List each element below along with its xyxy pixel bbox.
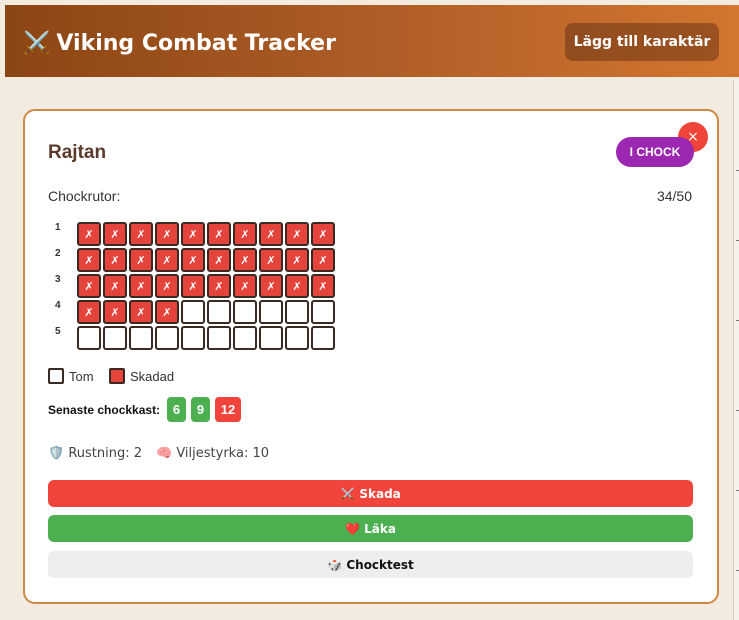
recent-rolls-label: Senaste chockkast: [48, 403, 161, 417]
willpower-text: Viljestyrka: 10 [176, 446, 269, 461]
brain-icon: 🧠 [156, 446, 173, 461]
shock-box-damaged[interactable]: ✗ [77, 300, 101, 324]
shock-box-damaged[interactable]: ✗ [181, 222, 205, 246]
row-number: 2 [55, 248, 61, 259]
empty-box-icon [48, 368, 64, 384]
legend-damaged-label: Skadad [130, 368, 175, 384]
app-title-text: Viking Combat Tracker [56, 31, 336, 56]
armor-text: Rustning: 2 [68, 446, 143, 461]
shock-box-damaged[interactable]: ✗ [103, 274, 127, 298]
heal-button[interactable]: ❤️ Läka [48, 515, 693, 542]
willpower-stat: 🧠 Viljestyrka: 10 [156, 446, 269, 461]
shock-box-damaged[interactable]: ✗ [155, 300, 179, 324]
character-card: × Rajtan I CHOCK Chockrutor: 34/50 1 ✗ ✗ ✗ ✗… [23, 109, 719, 604]
status-badge: I CHOCK [616, 137, 694, 167]
shock-boxes-label: Chockrutor: [48, 188, 121, 204]
roll-badge: 9 [191, 397, 210, 422]
shock-box-empty[interactable] [207, 326, 231, 350]
damaged-box-icon [109, 368, 125, 384]
shock-box-empty[interactable] [155, 326, 179, 350]
legend-empty: Tom [48, 368, 94, 384]
shock-box-damaged[interactable]: ✗ [285, 274, 309, 298]
row-number: 4 [55, 300, 61, 311]
roll-badge: 12 [215, 397, 241, 422]
shock-box-empty[interactable] [207, 300, 231, 324]
character-name: Rajtan [48, 142, 107, 163]
damage-button[interactable]: ⚔️ Skada [48, 480, 693, 507]
shock-box-empty[interactable] [259, 300, 283, 324]
roll-badge: 6 [167, 397, 186, 422]
shock-box-damaged[interactable]: ✗ [311, 222, 335, 246]
shock-box-empty[interactable] [233, 326, 257, 350]
shock-box-empty[interactable] [77, 326, 101, 350]
shock-box-damaged[interactable]: ✗ [311, 248, 335, 272]
shock-box-damaged[interactable]: ✗ [103, 248, 127, 272]
shock-box-damaged[interactable]: ✗ [129, 248, 153, 272]
shock-count: 34/50 [656, 188, 692, 204]
shock-box-damaged[interactable]: ✗ [155, 222, 179, 246]
add-character-button[interactable]: Lägg till karaktär [565, 23, 719, 61]
shock-box-damaged[interactable]: ✗ [259, 274, 283, 298]
shield-icon: 🛡️ [48, 446, 65, 461]
shock-box-damaged[interactable]: ✗ [77, 222, 101, 246]
shock-box-damaged[interactable]: ✗ [155, 248, 179, 272]
shock-box-damaged[interactable]: ✗ [233, 222, 257, 246]
shock-box-damaged[interactable]: ✗ [207, 274, 231, 298]
armor-stat: 🛡️ Rustning: 2 [48, 446, 142, 461]
app-title: ⚔️ Viking Combat Tracker [23, 31, 336, 56]
shock-box-empty[interactable] [259, 326, 283, 350]
shock-box-damaged[interactable]: ✗ [129, 300, 153, 324]
shock-box-damaged[interactable]: ✗ [77, 274, 101, 298]
shock-box-damaged[interactable]: ✗ [103, 300, 127, 324]
shock-box-damaged[interactable]: ✗ [259, 222, 283, 246]
shock-box-empty[interactable] [311, 300, 335, 324]
shock-box-damaged[interactable]: ✗ [285, 222, 309, 246]
side-scroll-strip [733, 80, 739, 620]
shock-box-damaged[interactable]: ✗ [233, 274, 257, 298]
shock-test-button[interactable]: 🎲 Chocktest [48, 551, 693, 578]
shock-box-empty[interactable] [181, 300, 205, 324]
shock-box-damaged[interactable]: ✗ [103, 222, 127, 246]
row-number: 5 [55, 326, 61, 337]
shock-box-empty[interactable] [181, 326, 205, 350]
shock-box-empty[interactable] [103, 326, 127, 350]
row-number: 3 [55, 274, 61, 285]
shock-box-empty[interactable] [129, 326, 153, 350]
shock-box-damaged[interactable]: ✗ [207, 248, 231, 272]
legend-empty-label: Tom [69, 368, 94, 384]
crossed-swords-icon: ⚔️ [23, 31, 51, 56]
shock-box-empty[interactable] [285, 300, 309, 324]
shock-box-damaged[interactable]: ✗ [259, 248, 283, 272]
shock-box-empty[interactable] [285, 326, 309, 350]
shock-box-damaged[interactable]: ✗ [77, 248, 101, 272]
row-number: 1 [55, 222, 61, 233]
shock-box-damaged[interactable]: ✗ [207, 222, 231, 246]
shock-box-damaged[interactable]: ✗ [129, 222, 153, 246]
shock-box-empty[interactable] [233, 300, 257, 324]
shock-box-damaged[interactable]: ✗ [181, 274, 205, 298]
legend-damaged: Skadad [109, 368, 174, 384]
shock-box-empty[interactable] [311, 326, 335, 350]
shock-box-damaged[interactable]: ✗ [285, 248, 309, 272]
shock-box-damaged[interactable]: ✗ [181, 248, 205, 272]
shock-box-damaged[interactable]: ✗ [311, 274, 335, 298]
app-header: ⚔️ Viking Combat Tracker Lägg till karakt… [5, 5, 739, 77]
shock-box-damaged[interactable]: ✗ [155, 274, 179, 298]
shock-box-damaged[interactable]: ✗ [129, 274, 153, 298]
shock-box-damaged[interactable]: ✗ [233, 248, 257, 272]
